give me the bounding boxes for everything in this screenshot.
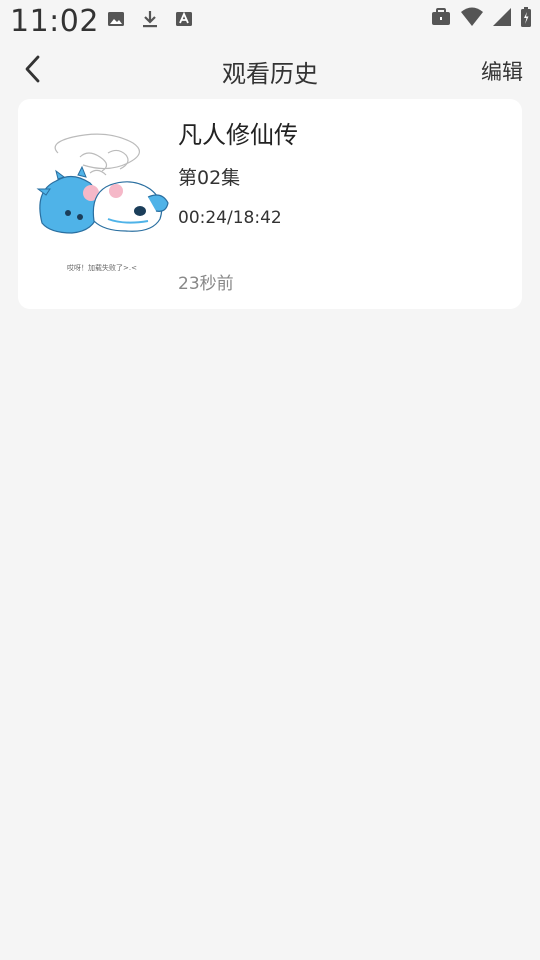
history-item-episode: 第02集 [178,167,241,189]
header: 观看历史 编辑 [0,40,540,98]
status-time: 11:02 [10,4,99,39]
font-icon [176,11,192,26]
history-item-progress: 00:24/18:42 [178,208,282,228]
page-title: 观看历史 [222,60,318,88]
history-item-title: 凡人修仙传 [178,121,298,149]
load-failed-mascot-icon [36,133,169,234]
edit-button[interactable]: 编辑 [481,56,523,86]
signal-icon [493,8,511,26]
download-icon [143,11,157,28]
status-right-icons [430,6,532,28]
battery-charging-icon [521,7,531,27]
image-icon [108,12,124,26]
history-item[interactable]: 哎呀！加载失败了>.< 凡人修仙传 第02集 00:24/18:42 23秒前 [18,99,522,309]
history-item-timestamp: 23秒前 [178,274,234,294]
thumbnail-caption: 哎呀！加载失败了>.< [67,264,137,272]
status-left-icons [106,8,194,30]
status-bar: 11:02 [0,0,540,39]
thumbnail-placeholder: 哎呀！加载失败了>.< [28,113,176,283]
wifi-icon [461,7,483,26]
briefcase-icon [432,8,450,25]
